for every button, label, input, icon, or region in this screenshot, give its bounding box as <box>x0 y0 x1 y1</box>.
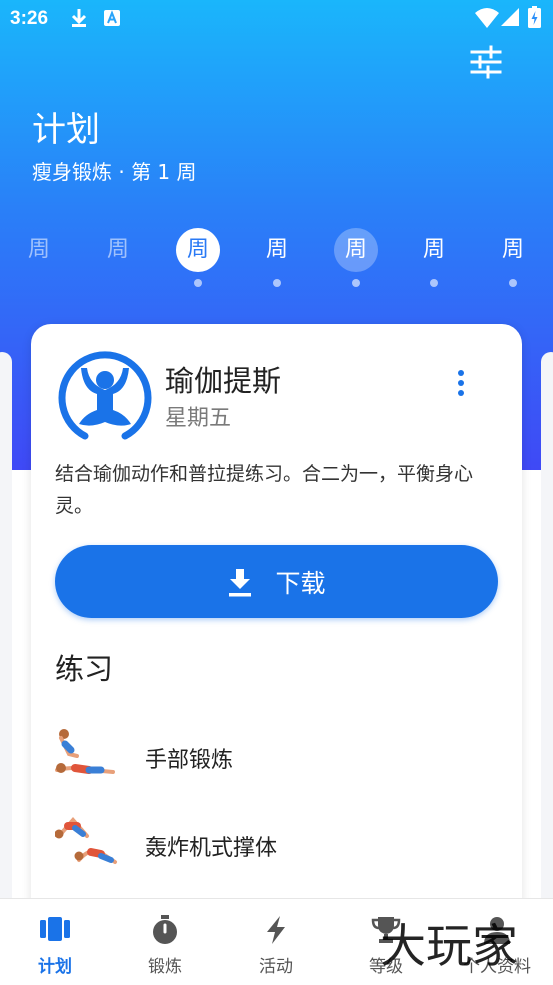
workout-name: 瑜伽提斯 <box>165 364 282 398</box>
week-label: 周 <box>334 228 378 272</box>
bomber-pushup-thumb <box>55 816 117 864</box>
battery-charging-icon <box>528 6 541 28</box>
week-item-2[interactable]: 周 <box>95 228 141 290</box>
nav-item-plan[interactable]: 计划 <box>0 899 110 985</box>
a-notification-icon <box>104 10 120 26</box>
week-item-1[interactable]: 周 <box>16 228 62 290</box>
week-item-6[interactable]: 周 <box>411 228 457 290</box>
exercise-item[interactable]: 手部锻炼 <box>55 726 495 796</box>
download-label: 下载 <box>275 568 326 598</box>
status-time: 3:26 <box>10 8 49 29</box>
previous-card-peek[interactable] <box>0 352 12 912</box>
next-card-peek[interactable] <box>541 352 553 912</box>
week-dot <box>273 279 281 287</box>
status-bar: 3:26 <box>0 0 553 38</box>
lightning-icon <box>267 916 285 944</box>
sliders-icon <box>470 45 502 79</box>
exercise-name: 轰炸机式撑体 <box>145 836 278 861</box>
week-item-7[interactable]: 周 <box>490 228 536 290</box>
week-label: 周 <box>27 237 50 262</box>
week-label: 周 <box>176 228 220 272</box>
download-button[interactable]: 下载 <box>55 545 498 618</box>
week-dot <box>509 279 517 287</box>
week-item-4[interactable]: 周 <box>254 228 300 290</box>
week-dot <box>352 279 360 287</box>
nav-label: 计划 <box>38 957 72 977</box>
download-icon <box>71 9 87 27</box>
week-item-3[interactable]: 周 <box>175 228 221 290</box>
wifi-icon <box>475 8 499 28</box>
workout-card[interactable]: 瑜伽提斯 星期五 结合瑜伽动作和普拉提练习。合二为一，平衡身心灵。 下载 练习 … <box>31 324 522 944</box>
page-title: 计划 <box>32 110 100 150</box>
filter-button[interactable] <box>466 44 506 80</box>
workout-description: 结合瑜伽动作和普拉提练习。合二为一，平衡身心灵。 <box>55 463 474 517</box>
stopwatch-icon <box>153 915 177 944</box>
week-label: 周 <box>501 237 524 262</box>
week-selector: 周 周 周 周 周 周 周 <box>0 228 553 298</box>
week-dot <box>194 279 202 287</box>
week-label: 周 <box>422 237 445 262</box>
week-item-5[interactable]: 周 <box>333 228 379 290</box>
exercise-item[interactable]: 轰炸机式撑体 <box>55 814 495 884</box>
exercise-name: 手部锻炼 <box>145 748 234 773</box>
nav-item-activity[interactable]: 活动 <box>221 899 331 985</box>
plan-subtitle: 瘦身锻炼 · 第 1 周 <box>32 160 197 184</box>
plan-icon <box>40 917 70 941</box>
more-options-button[interactable] <box>451 370 471 402</box>
nav-label: 锻炼 <box>148 957 182 977</box>
week-label: 周 <box>106 237 129 262</box>
exercises-section-title: 练习 <box>55 652 114 686</box>
workout-day: 星期五 <box>165 406 232 431</box>
yoga-meditation-icon <box>58 351 152 440</box>
hand-exercise-thumb <box>55 729 115 774</box>
week-dot <box>430 279 438 287</box>
week-label: 周 <box>265 237 288 262</box>
signal-icon <box>501 8 519 26</box>
watermark: 大玩家 <box>380 919 518 973</box>
more-vertical-icon <box>451 370 471 396</box>
download-icon <box>229 568 252 596</box>
nav-item-workout[interactable]: 锻炼 <box>110 899 220 985</box>
nav-label: 活动 <box>259 957 293 977</box>
